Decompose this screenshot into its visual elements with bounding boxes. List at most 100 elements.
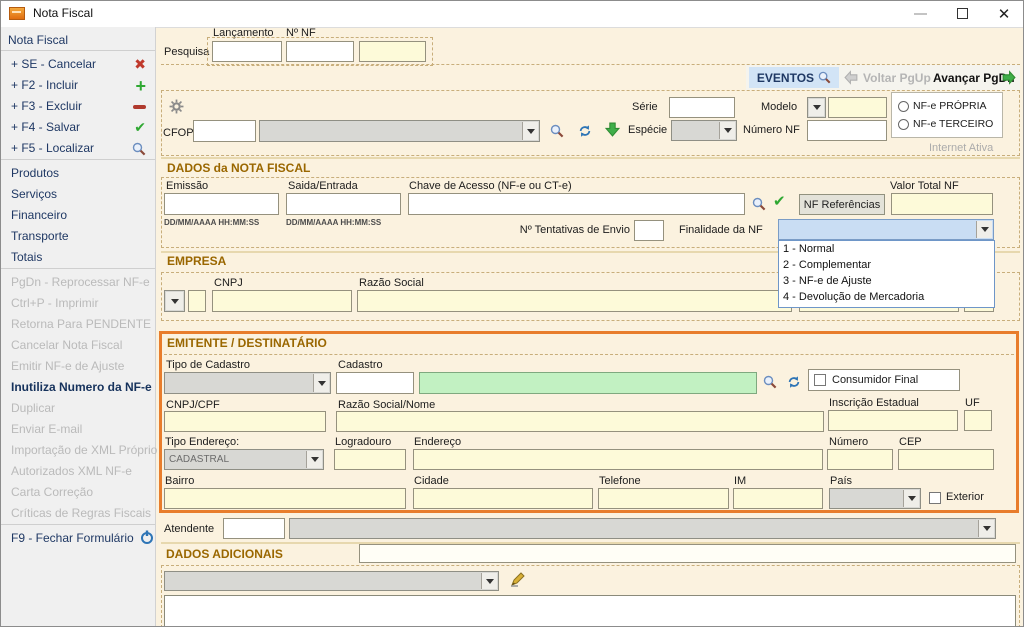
consumidor-final-checkbox[interactable]: [814, 374, 826, 386]
finalidade-option-3[interactable]: 3 - NF-e de Ajuste: [779, 273, 994, 289]
cadastro-nome-input[interactable]: [419, 372, 757, 394]
close-button[interactable]: ✕: [987, 1, 1021, 26]
endereco-input[interactable]: [413, 449, 823, 470]
sidebar-item-transporte[interactable]: Transporte: [1, 226, 155, 247]
logradouro-input[interactable]: [334, 449, 406, 470]
nota-fiscal-window: Nota Fiscal ✕ Nota Fiscal+ SE - Cancelar…: [0, 0, 1024, 627]
empresa-selector-combobox[interactable]: [164, 290, 185, 312]
maximize-button[interactable]: [945, 1, 979, 26]
sidebar-item-label: Emitir NF-e de Ajuste: [11, 359, 124, 373]
razao-nome-input[interactable]: [336, 411, 824, 432]
chave-acesso-input[interactable]: [408, 193, 745, 215]
cfop-search-icon[interactable]: [550, 124, 564, 138]
sidebar-item-f3-excluir[interactable]: + F3 - Excluir: [1, 96, 155, 117]
cadastro-codigo-input[interactable]: [336, 372, 414, 394]
atendente-combobox[interactable]: [289, 518, 996, 539]
atendente-codigo-input[interactable]: [223, 518, 285, 539]
finalidade-option-2[interactable]: 2 - Complementar: [779, 257, 994, 273]
dados-adicionais-combobox[interactable]: [164, 571, 499, 591]
numero-label: Número: [829, 436, 868, 448]
sidebar-item-f4-salvar[interactable]: + F4 - Salvar✔: [1, 117, 155, 138]
finalidade-option-1[interactable]: 1 - Normal: [779, 241, 994, 257]
pais-combobox[interactable]: [829, 488, 921, 509]
sidebar-item-label: Produtos: [11, 166, 59, 180]
emissao-input[interactable]: [164, 193, 279, 215]
cadastro-refresh-icon[interactable]: [787, 375, 801, 389]
numero-nf-input[interactable]: [807, 120, 887, 141]
sidebar-item-f9-fechar-formulario[interactable]: F9 - Fechar Formulário: [1, 528, 155, 549]
especie-combobox[interactable]: [671, 120, 737, 141]
edit-note-icon[interactable]: [509, 570, 527, 588]
internet-status: Internet Ativa: [929, 142, 993, 154]
nfe-propria-radio[interactable]: [898, 101, 909, 112]
cadastro-search-icon[interactable]: [763, 375, 777, 389]
sidebar-item-se-cancelar[interactable]: + SE - Cancelar✖: [1, 54, 155, 75]
pesquisa-extra-input[interactable]: [359, 41, 426, 62]
finalidade-label: Finalidade da NF: [679, 224, 763, 236]
sidebar-item-financeiro[interactable]: Financeiro: [1, 205, 155, 226]
saida-entrada-input[interactable]: [286, 193, 401, 215]
finalidade-combobox[interactable]: [778, 219, 994, 240]
nfe-terceiro-radio[interactable]: [898, 119, 909, 130]
empresa-cnpj-input[interactable]: [212, 290, 352, 312]
finalidade-option-4[interactable]: 4 - Devolução de Mercadoria: [779, 289, 994, 305]
pesquisa-nnf-input[interactable]: [286, 41, 354, 62]
sidebar-item-totais[interactable]: Totais: [1, 247, 155, 269]
sidebar-item-label: PgDn - Reprocessar NF-e: [11, 275, 150, 289]
cfop-code-input[interactable]: [193, 120, 256, 142]
nf-referencias-button[interactable]: NF Referências: [799, 194, 885, 215]
tipo-cadastro-combobox[interactable]: [164, 372, 331, 394]
modelo-input[interactable]: [828, 97, 887, 118]
gear-icon[interactable]: [169, 99, 184, 114]
empresa-razao-input[interactable]: [357, 290, 792, 312]
maximize-icon: [957, 8, 968, 19]
chave-search-icon[interactable]: [752, 197, 766, 211]
sidebar-item-f5-localizar[interactable]: + F5 - Localizar: [1, 138, 155, 160]
modelo-combobox[interactable]: [807, 97, 826, 118]
cfop-refresh-icon[interactable]: [578, 124, 592, 138]
sidebar-item-label: + F4 - Salvar: [11, 120, 80, 134]
dados-adicionais-textarea[interactable]: [164, 595, 1016, 627]
valor-total-input[interactable]: [891, 193, 993, 215]
cfop-down-arrow-icon[interactable]: [605, 122, 620, 137]
cep-input[interactable]: [898, 449, 994, 470]
sidebar-item-produtos[interactable]: Produtos: [1, 163, 155, 184]
sidebar-item-label: Autorizados XML NF-e: [11, 464, 132, 478]
cep-label: CEP: [899, 436, 922, 448]
cidade-input[interactable]: [413, 488, 593, 509]
sidebar-item-label: Serviços: [11, 187, 57, 201]
minimize-button[interactable]: [903, 1, 937, 26]
empresa-razao-label: Razão Social: [359, 277, 424, 289]
tipo-endereco-combobox[interactable]: CADASTRAL: [164, 449, 324, 470]
sidebar-item-duplicar: Duplicar: [1, 398, 155, 419]
tentativas-input[interactable]: [634, 220, 664, 241]
telefone-input[interactable]: [598, 488, 729, 509]
consumidor-final-label: Consumidor Final: [832, 374, 918, 386]
uf-input[interactable]: [964, 410, 992, 431]
cnpj-cpf-input[interactable]: [164, 411, 326, 432]
pesquisa-label: Pesquisa: [164, 46, 209, 58]
chave-check-icon[interactable]: ✔: [773, 194, 786, 209]
bairro-input[interactable]: [164, 488, 406, 509]
app-icon: [9, 7, 25, 20]
saida-entrada-label: Saida/Entrada: [288, 180, 358, 192]
numero-input[interactable]: [827, 449, 893, 470]
inscricao-input[interactable]: [828, 410, 958, 431]
pesquisa-lancamento-input[interactable]: [212, 41, 282, 62]
eventos-button[interactable]: EVENTOS: [749, 67, 839, 88]
sidebar-item-inutiliza-numero-da-nfe[interactable]: Inutiliza Numero da NF-e: [1, 377, 155, 398]
uf-label: UF: [965, 397, 980, 409]
power-icon: [140, 530, 154, 544]
sidebar-item-f2-incluir[interactable]: + F2 - Incluir+: [1, 75, 155, 96]
sidebar-item-servicos[interactable]: Serviços: [1, 184, 155, 205]
im-input[interactable]: [733, 488, 823, 509]
exterior-checkbox[interactable]: [929, 492, 941, 504]
sidebar-item-label: Críticas de Regras Fiscais: [11, 506, 151, 520]
forward-arrow-icon[interactable]: [1001, 70, 1016, 85]
cfop-combobox[interactable]: [259, 120, 540, 142]
back-arrow-icon[interactable]: [844, 70, 859, 85]
dados-adicionais-quick-input[interactable]: [359, 544, 1016, 563]
razao-nome-label: Razão Social/Nome: [338, 399, 435, 411]
empresa-code-input[interactable]: [188, 290, 206, 312]
serie-input[interactable]: [669, 97, 735, 118]
